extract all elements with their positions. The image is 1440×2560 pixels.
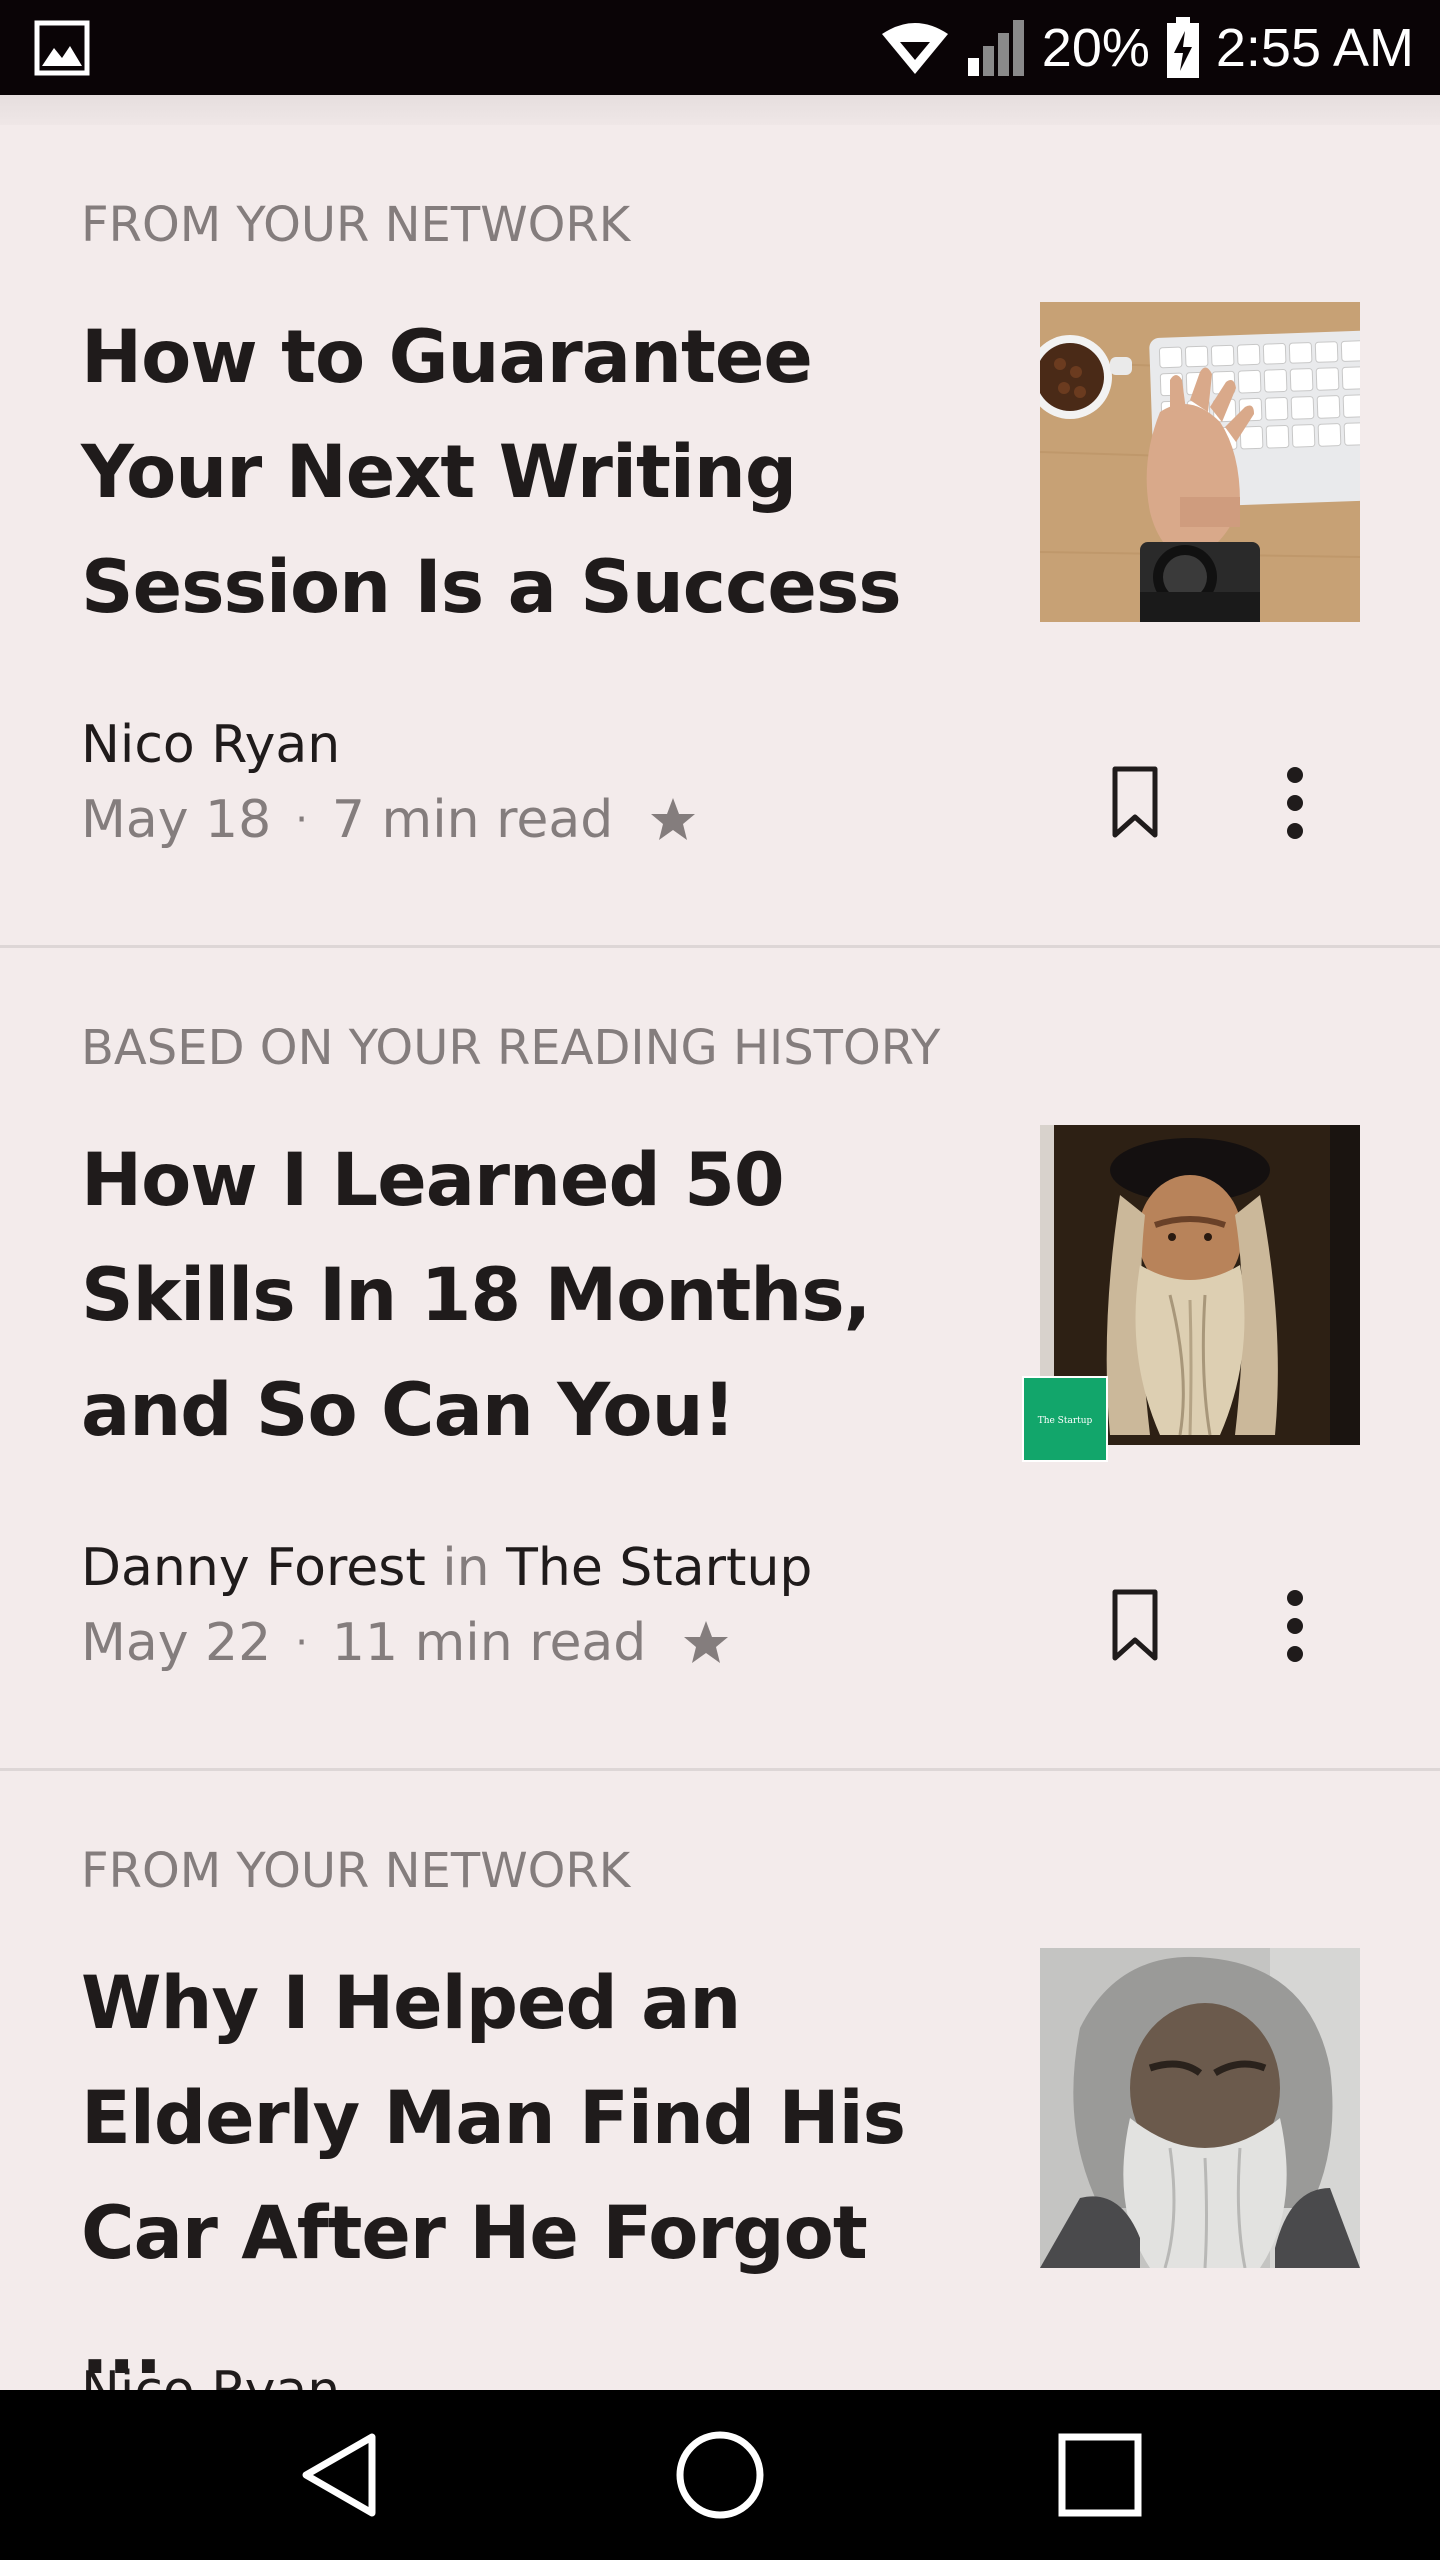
publish-date: May 22 [81,1613,272,1673]
meta-separator: · [295,1620,308,1666]
card-section-label: BASED ON YOUR READING HISTORY [81,1020,941,1076]
toolbar-shadow [0,95,1440,125]
story-title[interactable]: How to Guarantee Your Next Writing Sessi… [81,300,941,645]
author-line[interactable]: Danny Forest in The Startup [81,1538,812,1598]
more-options-icon[interactable] [1265,763,1325,843]
cell-signal-icon [966,18,1026,78]
home-icon[interactable] [670,2425,770,2525]
more-options-icon[interactable] [1265,1586,1325,1666]
story-card[interactable]: BASED ON YOUR READING HISTORY How I Lear… [0,948,1440,1771]
recents-icon[interactable] [1050,2425,1150,2525]
bookmark-icon[interactable] [1105,763,1165,843]
story-title[interactable]: Why I Helped an Elderly Man Find His Car… [81,1946,941,2390]
story-thumbnail-keyboard[interactable] [1040,302,1360,622]
card-section-label: FROM YOUR NETWORK [81,197,631,253]
author-name[interactable]: Danny Forest [81,1538,426,1598]
member-star-icon [651,798,696,840]
wifi-icon [880,20,950,76]
publish-date: May 18 [81,790,272,850]
battery-percent: 20% [1041,17,1150,78]
battery-charging-icon [1166,16,1200,79]
read-time: 11 min read [331,1613,647,1673]
story-card[interactable]: FROM YOUR NETWORK Why I Helped an Elderl… [0,1771,1440,2390]
publication-name[interactable]: The Startup [506,1538,812,1598]
publication-badge-text: The Startup [1038,1416,1093,1426]
publication-badge-the-startup[interactable]: The Startup [1022,1376,1108,1462]
gallery-notification-icon [34,20,90,76]
status-bar: 20% 2:55 AM [0,0,1440,95]
read-time: 7 min read [331,790,614,850]
bookmark-icon[interactable] [1105,1586,1165,1666]
story-meta: May 22 · 11 min read [81,1613,730,1673]
author-line[interactable]: Nico Ryan [81,2361,340,2390]
story-feed[interactable]: FROM YOUR NETWORK How to Guarantee Your … [0,125,1440,2390]
system-nav-bar [0,2390,1440,2560]
story-thumbnail-elderly-man[interactable] [1040,1948,1360,2268]
story-meta: May 18 · 7 min read [81,790,697,850]
story-card[interactable]: FROM YOUR NETWORK How to Guarantee Your … [0,125,1440,948]
member-star-icon [684,1621,729,1663]
in-connector: in [442,1538,490,1598]
author-name[interactable]: Nico Ryan [81,2361,340,2390]
meta-separator: · [295,797,308,843]
author-line[interactable]: Nico Ryan [81,715,340,775]
story-title[interactable]: How I Learned 50 Skills In 18 Months, an… [81,1123,941,1468]
clock: 2:55 AM [1215,17,1414,78]
back-icon[interactable] [290,2425,390,2525]
card-section-label: FROM YOUR NETWORK [81,1843,631,1899]
author-name[interactable]: Nico Ryan [81,715,340,775]
